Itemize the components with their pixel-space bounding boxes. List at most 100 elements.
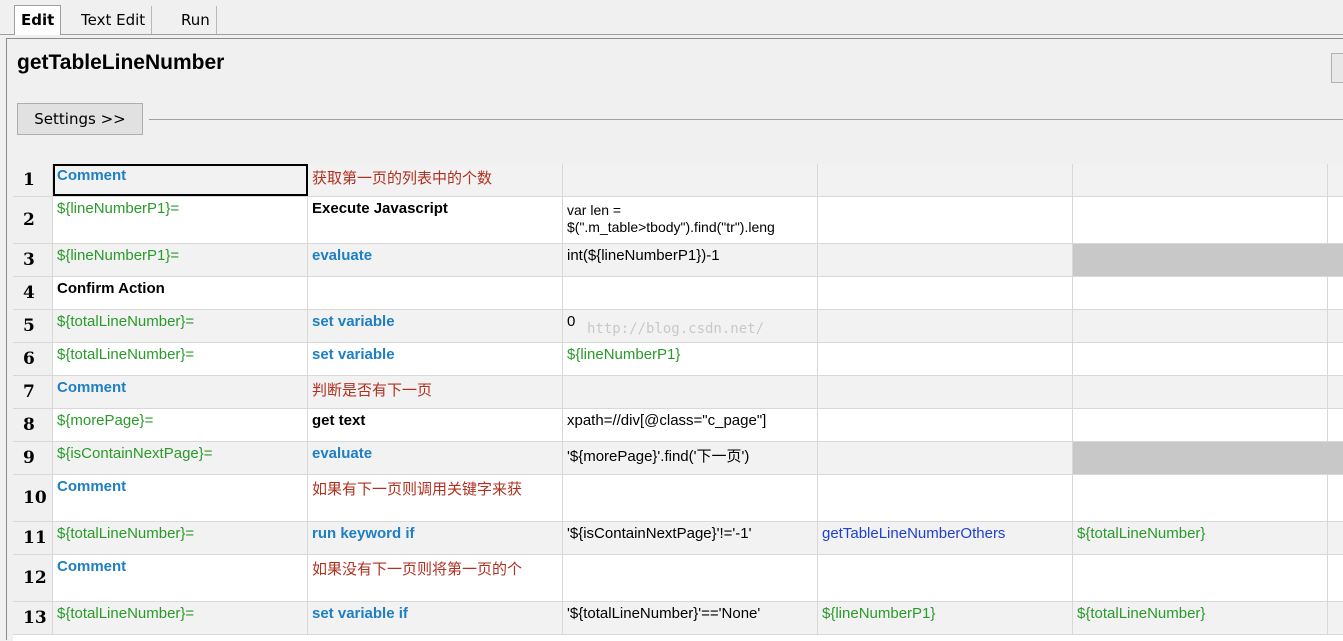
grid-cell[interactable]: Execute Javascript xyxy=(308,197,563,243)
grid-cell[interactable] xyxy=(1073,376,1328,408)
table-row: 1 Comment 获取第一页的列表中的个数 xyxy=(13,164,1343,197)
grid-cell[interactable]: ${totalLineNumber}= xyxy=(53,310,308,342)
grid-cell[interactable] xyxy=(818,409,1073,441)
grid-cell[interactable]: xpath=//div[@class="c_page"] xyxy=(563,409,818,441)
grid-cell[interactable]: Confirm Action xyxy=(53,277,308,309)
grid-cell[interactable] xyxy=(1073,409,1328,441)
cell-text-line: $(".m_table>tbody").find("tr").leng xyxy=(567,219,775,235)
grid-cell[interactable]: ${lineNumberP1} xyxy=(818,602,1073,634)
row-number[interactable]: 6 xyxy=(13,343,53,375)
grid-cell[interactable] xyxy=(818,376,1073,408)
row-number[interactable]: 5 xyxy=(13,310,53,342)
grid-cell[interactable]: run keyword if xyxy=(308,522,563,554)
table-row: 2 ${lineNumberP1}= Execute Javascript va… xyxy=(13,197,1343,244)
grid-cell[interactable]: '${morePage}'.find('下一页') xyxy=(563,442,818,474)
grid-cell[interactable] xyxy=(818,442,1073,474)
row-number[interactable]: 2 xyxy=(13,197,53,243)
table-row: 9 ${isContainNextPage}= evaluate '${more… xyxy=(13,442,1343,475)
settings-divider xyxy=(149,119,1343,120)
keyword-grid: 1 Comment 获取第一页的列表中的个数 2 ${lineNumberP1}… xyxy=(13,164,1343,641)
table-row: 11 ${totalLineNumber}= run keyword if '$… xyxy=(13,522,1343,555)
grid-cell[interactable] xyxy=(1073,197,1328,243)
grid-cell[interactable] xyxy=(1073,343,1328,375)
row-number[interactable]: 3 xyxy=(13,244,53,276)
grid-cell[interactable] xyxy=(563,376,818,408)
grid-cell[interactable] xyxy=(1073,475,1328,521)
grid-cell[interactable]: ${morePage}= xyxy=(53,409,308,441)
tab-text-edit[interactable]: Text Edit xyxy=(75,6,153,34)
row-number[interactable]: 9 xyxy=(13,442,53,474)
table-row: 8 ${morePage}= get text xpath=//div[@cla… xyxy=(13,409,1343,442)
grid-cell[interactable]: set variable if xyxy=(308,602,563,634)
grid-cell[interactable] xyxy=(1073,164,1328,196)
grid-cell[interactable] xyxy=(818,164,1073,196)
table-row: 13 ${totalLineNumber}= set variable if '… xyxy=(13,602,1343,635)
disabled-cell xyxy=(1073,244,1343,276)
grid-cell[interactable]: ${lineNumberP1}= xyxy=(53,244,308,276)
grid-cell[interactable]: ${totalLineNumber} xyxy=(1073,522,1328,554)
grid-cell[interactable] xyxy=(1073,555,1328,601)
tab-edit[interactable]: Edit xyxy=(14,5,62,35)
grid-cell[interactable]: '${totalLineNumber}'=='None' xyxy=(563,602,818,634)
grid-cell[interactable]: int(${lineNumberP1})-1 xyxy=(563,244,818,276)
grid-cell[interactable]: ${isContainNextPage}= xyxy=(53,442,308,474)
grid-cell[interactable]: var len = $(".m_table>tbody").find("tr")… xyxy=(563,197,818,243)
table-row: 6 ${totalLineNumber}= set variable ${lin… xyxy=(13,343,1343,376)
watermark-text: http://blog.csdn.net/ xyxy=(587,321,765,337)
grid-cell[interactable]: get text xyxy=(308,409,563,441)
grid-cell[interactable] xyxy=(1073,277,1328,309)
grid-cell[interactable] xyxy=(563,164,818,196)
table-row: 12 Comment 如果没有下一页则将第一页的个 xyxy=(13,555,1343,602)
row-number[interactable]: 8 xyxy=(13,409,53,441)
row-number[interactable]: 10 xyxy=(13,475,53,521)
row-number[interactable]: 11 xyxy=(13,522,53,554)
grid-cell[interactable] xyxy=(563,555,818,601)
grid-cell[interactable]: evaluate xyxy=(308,244,563,276)
grid-cell[interactable] xyxy=(308,277,563,309)
row-number[interactable]: 13 xyxy=(13,602,53,634)
grid-cell[interactable]: 如果没有下一页则将第一页的个 xyxy=(308,555,563,601)
grid-cell[interactable]: 判断是否有下一页 xyxy=(308,376,563,408)
tab-bar: Edit Text Edit Run xyxy=(0,0,1343,36)
grid-cell[interactable]: Comment xyxy=(53,555,308,601)
keyword-editor-panel: getTableLineNumber Settings >> 1 Comment… xyxy=(6,38,1343,641)
grid-cell[interactable]: ${totalLineNumber}= xyxy=(53,522,308,554)
grid-cell[interactable] xyxy=(563,277,818,309)
grid-cell[interactable]: set variable xyxy=(308,310,563,342)
grid-cell[interactable] xyxy=(818,555,1073,601)
grid-cell[interactable]: Comment xyxy=(53,376,308,408)
row-number[interactable]: 12 xyxy=(13,555,53,601)
row-number[interactable]: 4 xyxy=(13,277,53,309)
corner-button[interactable] xyxy=(1331,53,1343,83)
grid-cell[interactable]: ${totalLineNumber}= xyxy=(53,602,308,634)
grid-cell[interactable]: ${totalLineNumber}= xyxy=(53,343,308,375)
grid-cell[interactable] xyxy=(818,197,1073,243)
grid-cell[interactable] xyxy=(563,475,818,521)
grid-cell[interactable] xyxy=(818,277,1073,309)
grid-cell[interactable] xyxy=(818,475,1073,521)
page-title: getTableLineNumber xyxy=(17,51,225,74)
grid-cell[interactable]: 如果有下一页则调用关键字来获 xyxy=(308,475,563,521)
grid-cell[interactable]: getTableLineNumberOthers xyxy=(818,522,1073,554)
grid-cell[interactable] xyxy=(818,244,1073,276)
row-number[interactable]: 1 xyxy=(13,164,53,196)
grid-cell[interactable]: ${lineNumberP1}= xyxy=(53,197,308,243)
grid-cell[interactable] xyxy=(1073,310,1328,342)
grid-cell[interactable]: Comment xyxy=(53,164,308,196)
grid-cell[interactable]: ${lineNumberP1} xyxy=(563,343,818,375)
tab-bar-divider xyxy=(0,34,1343,35)
table-row: 3 ${lineNumberP1}= evaluate int(${lineNu… xyxy=(13,244,1343,277)
grid-cell[interactable]: 获取第一页的列表中的个数 xyxy=(308,164,563,196)
grid-cell[interactable]: evaluate xyxy=(308,442,563,474)
grid-cell[interactable]: Comment xyxy=(53,475,308,521)
grid-cell[interactable]: ${totalLineNumber} xyxy=(1073,602,1328,634)
grid-cell[interactable]: set variable xyxy=(308,343,563,375)
grid-cell[interactable] xyxy=(818,310,1073,342)
settings-button[interactable]: Settings >> xyxy=(17,103,143,135)
table-row: 7 Comment 判断是否有下一页 xyxy=(13,376,1343,409)
grid-cell[interactable] xyxy=(818,343,1073,375)
grid-cell[interactable]: '${isContainNextPage}'!='-1' xyxy=(563,522,818,554)
table-row: 4 Confirm Action xyxy=(13,277,1343,310)
row-number[interactable]: 7 xyxy=(13,376,53,408)
tab-run[interactable]: Run xyxy=(175,6,217,34)
